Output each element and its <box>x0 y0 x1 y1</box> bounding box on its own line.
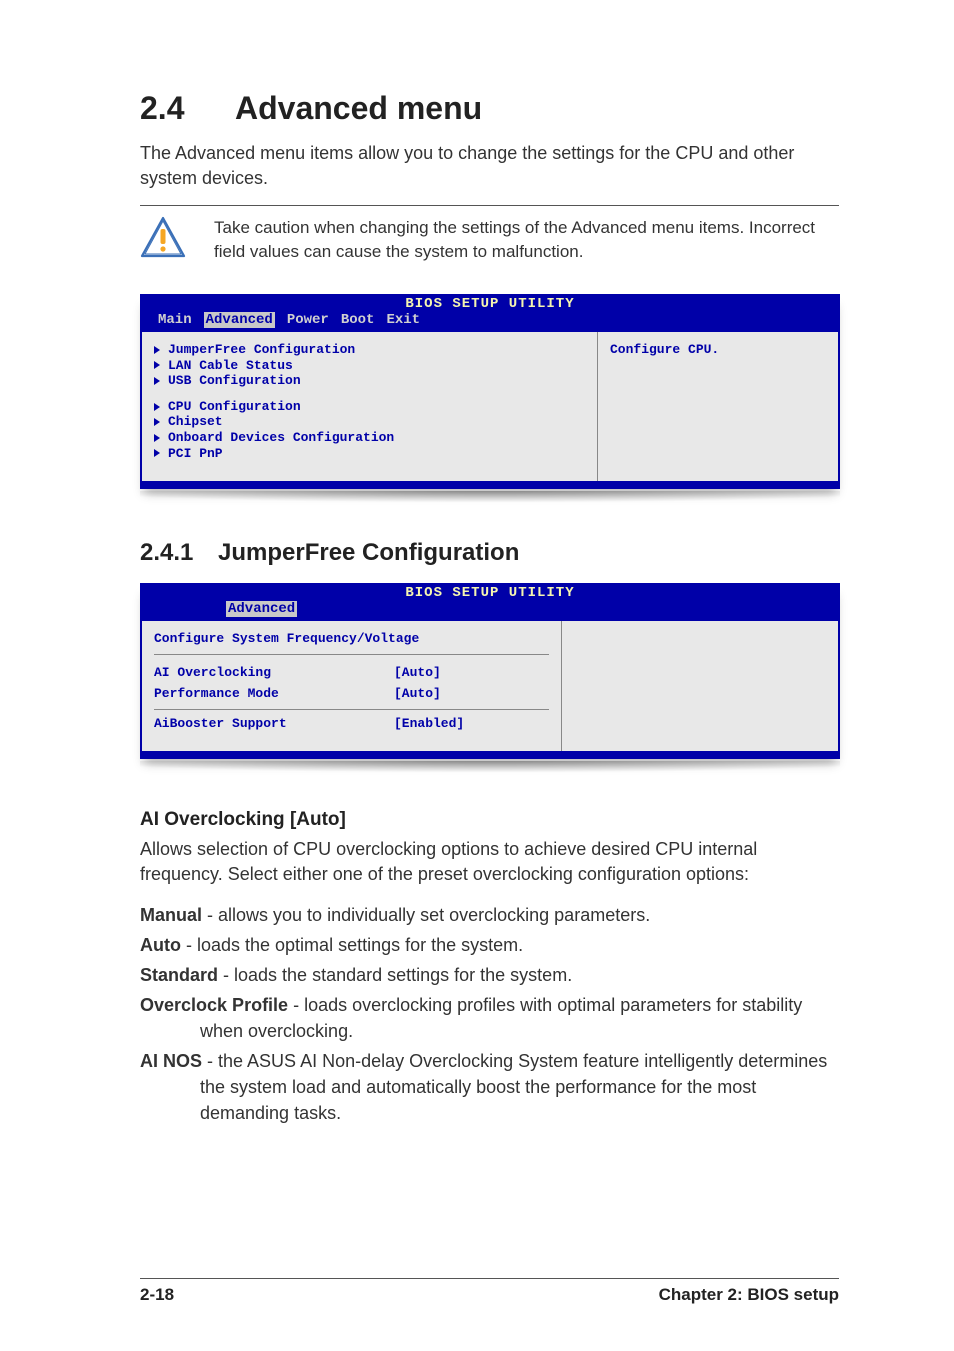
bios-item-pcipnp[interactable]: PCI PnP <box>154 446 585 462</box>
bios-item-label: PCI PnP <box>168 446 223 462</box>
bios-help-pane <box>562 621 838 751</box>
subsection-title: JumperFree Configuration <box>218 539 519 566</box>
option-desc: - the ASUS AI Non-delay Overclocking Sys… <box>200 1051 827 1123</box>
bios-setting-value: [Auto] <box>394 663 441 684</box>
bios-settings-pane: Configure System Frequency/Voltage AI Ov… <box>142 621 562 751</box>
bios-tab-power[interactable]: Power <box>287 312 329 328</box>
bios-item-onboard[interactable]: Onboard Devices Configuration <box>154 430 585 446</box>
bios-title: BIOS SETUP UTILITY <box>140 583 840 601</box>
option-overclock-profile: Overclock Profile - loads overclocking p… <box>140 992 839 1044</box>
shadow-curve <box>140 761 840 779</box>
bios-setting-aibooster[interactable]: AiBooster Support [Enabled] <box>154 709 549 735</box>
bios-item-jumperfree[interactable]: JumperFree Configuration <box>154 342 585 358</box>
submenu-arrow-icon <box>154 361 160 369</box>
page-number: 2-18 <box>140 1285 174 1305</box>
bios-setting-label: Performance Mode <box>154 684 394 705</box>
option-manual: Manual - allows you to individually set … <box>140 902 839 928</box>
bios-setting-label: AiBooster Support <box>154 714 394 735</box>
chapter-label: Chapter 2: BIOS setup <box>659 1285 839 1305</box>
bios-menu-list: JumperFree Configuration LAN Cable Statu… <box>142 332 598 481</box>
option-desc: - loads the standard settings for the sy… <box>218 965 572 985</box>
submenu-arrow-icon <box>154 346 160 354</box>
bios-item-cpu[interactable]: CPU Configuration <box>154 399 585 415</box>
bios-setting-ai-overclocking[interactable]: AI Overclocking [Auto] <box>154 663 549 684</box>
divider <box>140 205 839 206</box>
option-standard: Standard - loads the standard settings f… <box>140 962 839 988</box>
option-desc: - loads overclocking profiles with optim… <box>200 995 802 1041</box>
option-name: Standard <box>140 965 218 985</box>
subsection-number: 2.4.1 <box>140 539 218 567</box>
bios-setting-value: [Enabled] <box>394 714 464 735</box>
option-name: Auto <box>140 935 181 955</box>
bios-tab-advanced[interactable]: Advanced <box>204 312 275 328</box>
bios-item-label: Onboard Devices Configuration <box>168 430 394 446</box>
bios-item-label: LAN Cable Status <box>168 358 293 374</box>
option-name: Overclock Profile <box>140 995 288 1015</box>
footer-divider <box>140 1278 839 1279</box>
option-heading: AI Overclocking [Auto] <box>140 809 839 831</box>
option-auto: Auto - loads the optimal settings for th… <box>140 932 839 958</box>
section-number: 2.4 <box>140 90 235 127</box>
bios-item-usb[interactable]: USB Configuration <box>154 373 585 389</box>
bios-screenshot-advanced-menu: BIOS SETUP UTILITY Main Advanced Power B… <box>140 294 840 489</box>
bios-item-label: CPU Configuration <box>168 399 301 415</box>
bios-tab-main[interactable]: Main <box>158 312 192 328</box>
intro-paragraph: The Advanced menu items allow you to cha… <box>140 141 839 191</box>
bios-item-label: USB Configuration <box>168 373 301 389</box>
bios-tab-bar: Advanced <box>140 601 840 621</box>
bios-title: BIOS SETUP UTILITY <box>140 294 840 312</box>
caution-text: Take caution when changing the settings … <box>214 216 839 264</box>
subsection-heading: 2.4.1JumperFree Configuration <box>140 539 839 567</box>
caution-icon <box>140 216 186 258</box>
shadow-curve <box>140 491 840 509</box>
bios-item-label: JumperFree Configuration <box>168 342 355 358</box>
submenu-arrow-icon <box>154 434 160 442</box>
submenu-arrow-icon <box>154 449 160 457</box>
submenu-arrow-icon <box>154 403 160 411</box>
option-list: Manual - allows you to individually set … <box>140 902 839 1127</box>
bios-item-lan-cable[interactable]: LAN Cable Status <box>154 358 585 374</box>
bios-screenshot-jumperfree: BIOS SETUP UTILITY Advanced Configure Sy… <box>140 583 840 759</box>
bios-item-label: Chipset <box>168 414 223 430</box>
page-footer: 2-18 Chapter 2: BIOS setup <box>140 1278 839 1305</box>
section-title: Advanced menu <box>235 90 482 126</box>
bios-pane-title: Configure System Frequency/Voltage <box>154 631 549 655</box>
bios-setting-label: AI Overclocking <box>154 663 394 684</box>
submenu-arrow-icon <box>154 377 160 385</box>
caution-box: Take caution when changing the settings … <box>140 216 839 264</box>
bios-setting-value: [Auto] <box>394 684 441 705</box>
bios-tab-boot[interactable]: Boot <box>341 312 375 328</box>
option-name: AI NOS <box>140 1051 202 1071</box>
bios-tab-exit[interactable]: Exit <box>386 312 420 328</box>
bios-setting-performance-mode[interactable]: Performance Mode [Auto] <box>154 684 549 705</box>
option-desc: - loads the optimal settings for the sys… <box>181 935 523 955</box>
option-ai-nos: AI NOS - the ASUS AI Non-delay Overclock… <box>140 1048 839 1126</box>
option-desc: - allows you to individually set overclo… <box>202 905 650 925</box>
submenu-arrow-icon <box>154 418 160 426</box>
bios-tab-advanced[interactable]: Advanced <box>226 601 297 617</box>
option-name: Manual <box>140 905 202 925</box>
section-heading: 2.4Advanced menu <box>140 90 839 127</box>
bios-tab-bar: Main Advanced Power Boot Exit <box>140 312 840 332</box>
bios-help-pane: Configure CPU. <box>598 332 838 481</box>
option-body: Allows selection of CPU overclocking opt… <box>140 837 839 887</box>
bios-item-chipset[interactable]: Chipset <box>154 414 585 430</box>
